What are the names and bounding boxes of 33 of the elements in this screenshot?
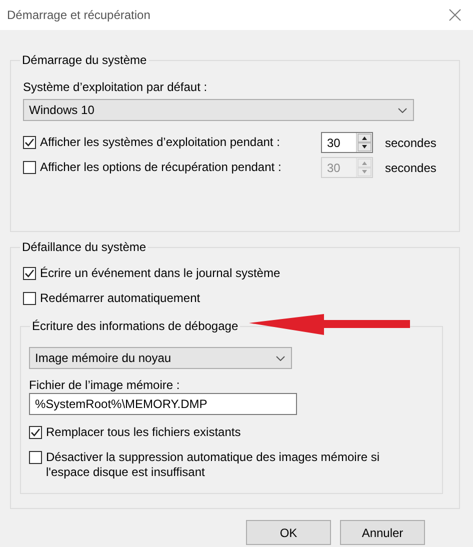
checkbox[interactable] <box>29 426 42 439</box>
checkmark-icon <box>30 427 41 438</box>
cancel-button[interactable]: Annuler <box>340 520 425 545</box>
checkmark-icon <box>24 137 35 148</box>
spin-arrows-icon[interactable] <box>357 133 372 152</box>
group-title: Démarrage du système <box>20 53 149 68</box>
checkbox[interactable] <box>23 292 36 305</box>
checkbox-label: Désactiver la suppression automatique des images mémoire si l'espace disque est insuffisant <box>46 450 380 480</box>
checkbox[interactable] <box>23 136 36 149</box>
chevron-down-icon <box>398 108 407 112</box>
dump-file-field[interactable]: %SystemRoot%\MEMORY.DMP <box>29 393 297 415</box>
ok-button[interactable]: OK <box>246 520 331 545</box>
checkbox-label: Afficher les systèmes d’exploitation pendant : <box>40 135 280 150</box>
checkmark-icon <box>24 268 35 279</box>
unit-label: secondes <box>384 160 438 174</box>
os-dropdown[interactable]: Windows 10 <box>23 99 414 121</box>
checkbox[interactable] <box>23 267 36 280</box>
group-title: Défaillance du système <box>20 240 148 255</box>
unit-label: secondes <box>384 136 438 150</box>
spin-field[interactable]: 30 <box>321 132 373 153</box>
field-label: Fichier de l’image mémoire : <box>29 378 181 393</box>
checkbox-label: Afficher les options de récupération pendant : <box>40 160 282 175</box>
window-title: Démarrage et récupération <box>7 8 150 22</box>
close-icon[interactable] <box>449 9 461 21</box>
dump-type-dropdown[interactable]: Image mémoire du noyau <box>29 347 292 369</box>
field-label: Système d’exploitation par défaut : <box>23 80 208 95</box>
checkbox-label: Remplacer tous les fichiers existants <box>46 425 241 440</box>
checkbox[interactable] <box>29 451 42 464</box>
group-title: Écriture des informations de débogage <box>30 319 240 334</box>
arrow-icon <box>249 314 411 336</box>
checkbox-label: Redémarrer automatiquement <box>40 291 200 306</box>
chevron-down-icon <box>276 356 285 360</box>
checkbox-label: Écrire un événement dans le journal système <box>40 266 280 281</box>
